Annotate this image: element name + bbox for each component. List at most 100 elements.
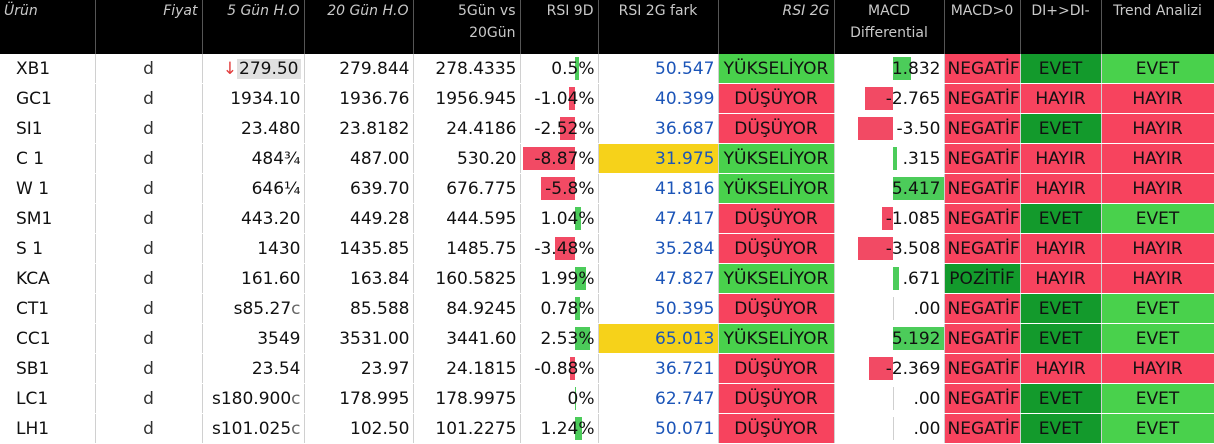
header-fiyat[interactable]: Fiyat	[95, 0, 203, 54]
rsi2-cell: -1.085	[834, 203, 945, 234]
ma-diff-cell: 2.53%	[520, 323, 599, 354]
rsi2-value: 5.417	[891, 178, 941, 199]
down-arrow-icon: ↓	[222, 58, 238, 79]
di-compare-cell: EVET	[1101, 203, 1214, 234]
table-row[interactable]: W 1 d 646¼ 639.70 676.775 -5.8% 41.816 YÜKSELİY…	[0, 173, 1214, 204]
table-row[interactable]: SI1 d 23.480 23.8182 24.4186 -2.52% 36.687 DÜŞÜ…	[0, 113, 1214, 144]
symbol-cell: GC1	[0, 83, 96, 114]
header-20gun-ho[interactable]: 20 Gün H.O	[304, 0, 414, 54]
di-compare-cell: HAYIR	[1101, 143, 1214, 174]
rsi2-cell: -2.765	[834, 83, 945, 114]
ma-diff-cell: 0.5%	[520, 54, 599, 84]
price-cell: 1430	[202, 233, 305, 264]
rsi9-cell: 36.721	[598, 353, 719, 384]
macd-differential-cell: NEGATİF	[944, 83, 1021, 114]
macd-differential-cell: NEGATİF	[944, 54, 1021, 84]
header-macd-differential[interactable]: MACD Differential	[834, 0, 945, 54]
ma-diff-value: -0.88%	[534, 358, 595, 379]
macd-differential-cell: NEGATİF	[944, 293, 1021, 324]
symbol-cell: LC1	[0, 383, 96, 414]
table-row[interactable]: GC1 d 1934.10 1936.76 1956.945 -1.04% 40.399 DÜ…	[0, 83, 1214, 114]
table-row[interactable]: LH1 d s101.025c 102.50 101.2275 1.24% 50.071 DÜ…	[0, 413, 1214, 444]
header-di-compare[interactable]: DI+>DI-	[1020, 0, 1102, 54]
rsi2-bar	[892, 417, 894, 440]
price-value: 1934.10	[230, 88, 301, 109]
table-row[interactable]: CT1 d s85.27c 85.588 84.9245 0.78% 50.395 DÜŞÜY…	[0, 293, 1214, 324]
ma20-cell: 24.4186	[413, 113, 521, 144]
rsi2-cell: -3.508	[834, 233, 945, 264]
rsi9-cell: 50.071	[598, 413, 719, 444]
rsi2-value: -2.369	[885, 358, 941, 379]
header-macd-gt-0[interactable]: MACD>0	[944, 0, 1021, 54]
macd-differential-cell: NEGATİF	[944, 413, 1021, 444]
header-trend-analizi[interactable]: Trend Analizi	[1101, 0, 1214, 54]
table-row[interactable]: XB1 d ↓ 279.50 279.844 278.4335 0.5% 50.547 YÜKS…	[0, 54, 1214, 84]
macd-positive-cell: EVET	[1020, 54, 1102, 84]
macd-differential-cell: NEGATİF	[944, 353, 1021, 384]
ma-diff-value: 1.24%	[540, 418, 595, 439]
rsi2-cell: .00	[834, 383, 945, 414]
header-rsi-9d[interactable]: RSI 9D	[520, 0, 599, 54]
symbol-cell: SB1	[0, 353, 96, 384]
ma-diff-cell: 1.99%	[520, 263, 599, 294]
macd-positive-cell: EVET	[1020, 413, 1102, 444]
period-cell: d	[95, 54, 203, 84]
rsi2-direction-cell: DÜŞÜYOR	[718, 83, 835, 114]
price-cell: 646¼	[202, 173, 305, 204]
rsi9-cell: 40.399	[598, 83, 719, 114]
ma20-cell: 3441.60	[413, 323, 521, 354]
rsi2-direction-cell: YÜKSELİYOR	[718, 263, 835, 294]
rsi2-direction-cell: DÜŞÜYOR	[718, 233, 835, 264]
symbol-cell: W 1	[0, 173, 96, 204]
ma20-cell: 1956.945	[413, 83, 521, 114]
rsi2-direction-cell: DÜŞÜYOR	[718, 413, 835, 444]
table-row[interactable]: S 1 d 1430 1435.85 1485.75 -3.48% 35.284 DÜŞÜYO…	[0, 233, 1214, 264]
table-row[interactable]: SM1 d 443.20 449.28 444.595 1.04% 47.417 DÜŞÜYO…	[0, 203, 1214, 234]
di-compare-cell: EVET	[1101, 323, 1214, 354]
ma5-cell: 23.8182	[304, 113, 414, 144]
ma5-cell: 178.995	[304, 383, 414, 414]
rsi2-cell: .315	[834, 143, 945, 174]
header-rsi-2g-fark[interactable]: RSI 2G fark	[598, 0, 719, 54]
rsi2-direction-cell: DÜŞÜYOR	[718, 203, 835, 234]
price-cell: 3549	[202, 323, 305, 354]
ma-diff-cell: -3.48%	[520, 233, 599, 264]
ma20-cell: 160.5825	[413, 263, 521, 294]
ma-diff-value: -3.48%	[534, 238, 595, 259]
table-row[interactable]: SB1 d 23.54 23.97 24.1815 -0.88% 36.721 DÜŞÜYOR…	[0, 353, 1214, 384]
price-cell: 484¾	[202, 143, 305, 174]
period-cell: d	[95, 143, 203, 174]
macd-differential-cell: NEGATİF	[944, 233, 1021, 264]
header-5gun-vs-20gun[interactable]: 5Gün vs 20Gün	[413, 0, 521, 54]
table-row[interactable]: CC1 d 3549 3531.00 3441.60 2.53% 65.013 YÜKSELİ…	[0, 323, 1214, 354]
price-value: s101.025	[211, 418, 292, 439]
period-cell: d	[95, 383, 203, 414]
table-row[interactable]: C 1 d 484¾ 487.00 530.20 -8.87% 31.975 YÜKSELİY…	[0, 143, 1214, 174]
rsi2-direction-cell: DÜŞÜYOR	[718, 113, 835, 144]
table-row[interactable]: LC1 d s180.900c 178.995 178.9975 0% 62.747 DÜŞÜ…	[0, 383, 1214, 414]
macd-differential-cell: NEGATİF	[944, 113, 1021, 144]
header-urun[interactable]: Ürün	[0, 0, 96, 54]
rsi2-cell: -2.369	[834, 353, 945, 384]
rsi2-value: .671	[902, 268, 941, 289]
ma5-cell: 1435.85	[304, 233, 414, 264]
macd-positive-cell: HAYIR	[1020, 353, 1102, 384]
price-value: s85.27	[233, 298, 292, 319]
price-cell: 161.60	[202, 263, 305, 294]
period-cell: d	[95, 413, 203, 444]
rsi9-cell: 50.395	[598, 293, 719, 324]
ma-diff-cell: -8.87%	[520, 143, 599, 174]
ma5-cell: 487.00	[304, 143, 414, 174]
macd-positive-cell: EVET	[1020, 293, 1102, 324]
ma-diff-value: -8.87%	[534, 148, 595, 169]
header-5gun-ho[interactable]: 5 Gün H.O	[202, 0, 305, 54]
ma5-cell: 3531.00	[304, 323, 414, 354]
ma20-cell: 24.1815	[413, 353, 521, 384]
macd-positive-cell: EVET	[1020, 203, 1102, 234]
ma20-cell: 101.2275	[413, 413, 521, 444]
di-compare-cell: HAYIR	[1101, 263, 1214, 294]
header-rsi-2g[interactable]: RSI 2G	[718, 0, 835, 54]
rsi2-direction-cell: YÜKSELİYOR	[718, 54, 835, 84]
table-row[interactable]: KCA d 161.60 163.84 160.5825 1.99% 47.827 YÜKSE…	[0, 263, 1214, 294]
rsi2-direction-cell: YÜKSELİYOR	[718, 323, 835, 354]
